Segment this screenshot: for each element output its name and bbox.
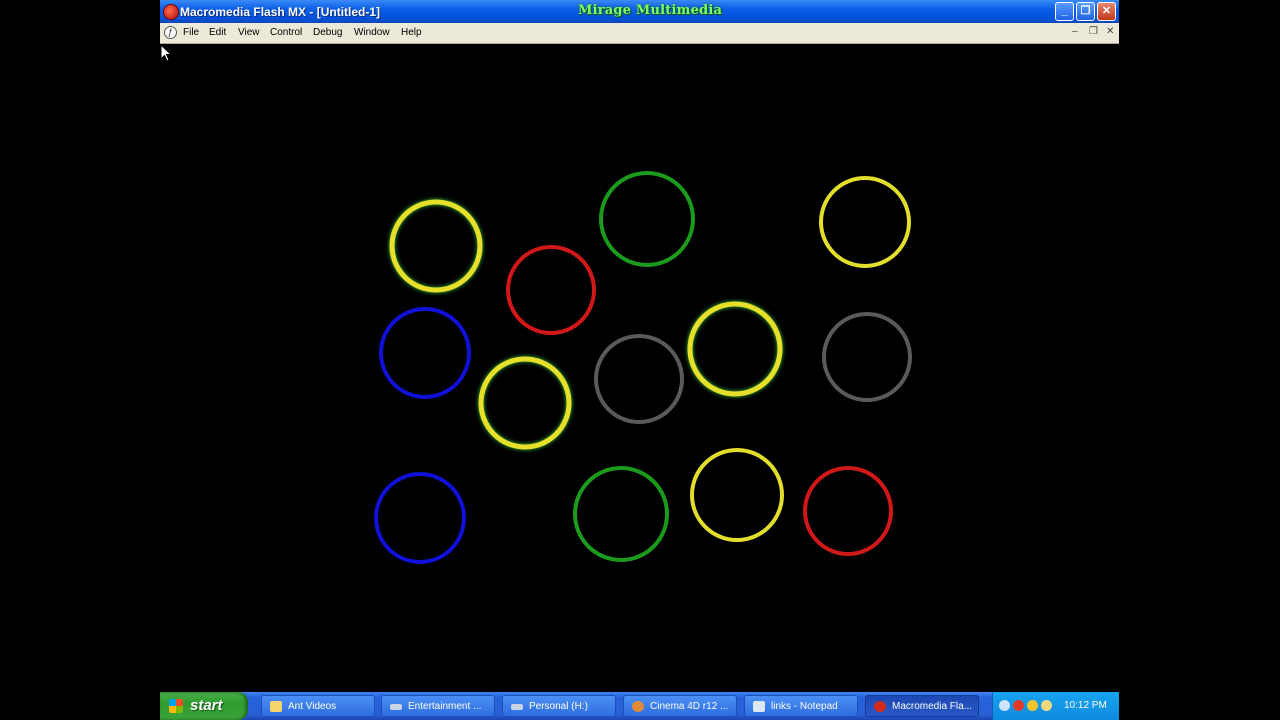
task-label: Personal (H:) <box>529 701 588 712</box>
task-button-personal-drive[interactable]: Personal (H:) <box>502 695 616 717</box>
ring-shape[interactable] <box>379 307 471 399</box>
window-title: Macromedia Flash MX - [Untitled-1] <box>180 5 381 19</box>
menu-view[interactable]: View <box>238 27 260 38</box>
task-button-notepad[interactable]: links - Notepad <box>744 695 858 717</box>
taskbar: start Ant Videos Entertainment ... Perso… <box>160 692 1119 720</box>
folder-icon <box>270 701 282 712</box>
ring-shape[interactable] <box>690 448 784 542</box>
antivirus-icon[interactable] <box>1013 700 1024 711</box>
flash-stage[interactable] <box>160 44 1119 690</box>
network-icon[interactable] <box>999 700 1010 711</box>
ring-shape[interactable] <box>478 356 572 450</box>
menu-edit[interactable]: Edit <box>209 27 226 38</box>
ring-shape[interactable] <box>687 301 783 397</box>
menu-file[interactable]: File <box>183 27 199 38</box>
ring-shape[interactable] <box>819 176 911 268</box>
menu-debug[interactable]: Debug <box>313 27 342 38</box>
menu-control[interactable]: Control <box>270 27 302 38</box>
taskbar-clock[interactable]: 10:12 PM <box>1064 700 1107 711</box>
cinema4d-icon <box>632 701 644 712</box>
ring-shape[interactable] <box>506 245 596 335</box>
task-button-cinema4d[interactable]: Cinema 4D r12 ... <box>623 695 737 717</box>
mouse-cursor-icon <box>160 44 172 62</box>
windows-flag-icon <box>169 699 183 713</box>
menu-help[interactable]: Help <box>401 27 422 38</box>
ring-shape[interactable] <box>594 334 684 424</box>
document-minimize-button[interactable]: – <box>1072 26 1078 37</box>
start-label: start <box>190 697 223 714</box>
minimize-button[interactable]: _ <box>1055 2 1074 21</box>
speaker-icon[interactable] <box>1041 700 1052 711</box>
document-restore-button[interactable]: ❐ <box>1089 26 1098 37</box>
task-label: Macromedia Fla... <box>892 701 973 712</box>
task-label: Entertainment ... <box>408 701 482 712</box>
flash-icon <box>874 701 886 712</box>
close-button[interactable]: ✕ <box>1097 2 1116 21</box>
stage-canvas <box>374 171 912 564</box>
window-title-bar[interactable]: Macromedia Flash MX - [Untitled-1] Mirag… <box>160 0 1119 23</box>
ring-shape[interactable] <box>599 171 695 267</box>
task-label: links - Notepad <box>771 701 838 712</box>
menu-window[interactable]: Window <box>354 27 390 38</box>
document-close-button[interactable]: ✕ <box>1106 26 1114 37</box>
task-button-macromedia-flash[interactable]: Macromedia Fla... <box>865 695 979 717</box>
ring-shape[interactable] <box>573 466 669 562</box>
task-button-entertainment[interactable]: Entertainment ... <box>381 695 495 717</box>
watermark-text: Mirage Multimedia <box>578 3 723 18</box>
desktop-screen: Macromedia Flash MX - [Untitled-1] Mirag… <box>160 0 1119 720</box>
task-label: Ant Videos <box>288 701 337 712</box>
notepad-icon <box>753 701 765 712</box>
system-tray: 10:12 PM <box>992 692 1119 720</box>
flash-app-icon[interactable] <box>163 4 179 20</box>
task-label: Cinema 4D r12 ... <box>650 701 729 712</box>
menu-bar: ƒ File Edit View Control Debug Window He… <box>160 23 1119 44</box>
maximize-button[interactable]: ❐ <box>1076 2 1095 21</box>
ring-shape[interactable] <box>374 472 466 564</box>
ring-shape[interactable] <box>803 466 893 556</box>
security-shield-icon[interactable] <box>1027 700 1038 711</box>
task-button-ant-videos[interactable]: Ant Videos <box>261 695 375 717</box>
start-button[interactable]: start <box>160 692 248 720</box>
drive-icon <box>390 704 402 710</box>
ring-shape[interactable] <box>389 199 483 293</box>
document-icon[interactable]: ƒ <box>164 26 177 39</box>
drive-icon <box>511 704 523 710</box>
ring-shape[interactable] <box>822 312 912 402</box>
